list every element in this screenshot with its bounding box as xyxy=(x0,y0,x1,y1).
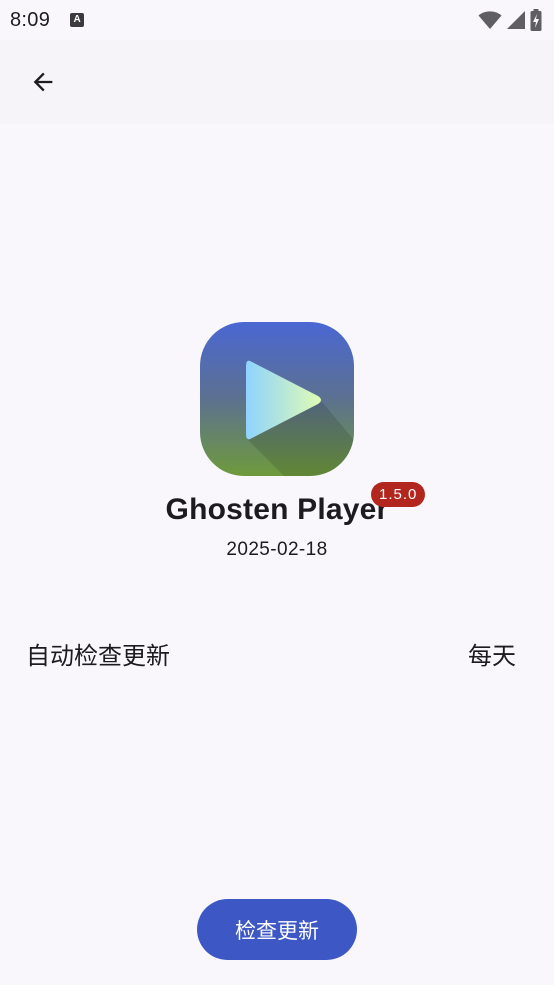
setting-value: 每天 xyxy=(468,641,516,670)
status-time: 8:09 xyxy=(10,8,51,31)
release-date: 2025-02-18 xyxy=(226,539,328,560)
auto-check-update-setting[interactable]: 自动检查更新 每天 xyxy=(0,618,554,688)
setting-label: 自动检查更新 xyxy=(26,641,170,670)
about-screen: 8:09 A Ghosten Player 1.5.0 2025-02-18 自… xyxy=(0,0,554,985)
play-icon xyxy=(200,322,354,476)
cell-signal-icon xyxy=(507,11,525,29)
arrow-back-icon xyxy=(33,72,53,92)
status-right xyxy=(478,9,542,31)
wifi-icon xyxy=(478,11,502,29)
version-badge: 1.5.0 xyxy=(371,482,426,507)
notification-icon: A xyxy=(70,13,85,27)
back-button[interactable] xyxy=(19,58,67,106)
battery-charging-icon xyxy=(530,9,542,31)
status-bar: 8:09 A xyxy=(0,0,554,40)
app-bar xyxy=(0,40,554,124)
status-left: 8:09 A xyxy=(10,8,85,32)
app-logo xyxy=(200,322,354,476)
app-title-row: Ghosten Player 1.5.0 xyxy=(0,482,554,534)
check-update-button[interactable]: 检查更新 xyxy=(197,899,357,960)
app-name: Ghosten Player xyxy=(165,493,389,526)
